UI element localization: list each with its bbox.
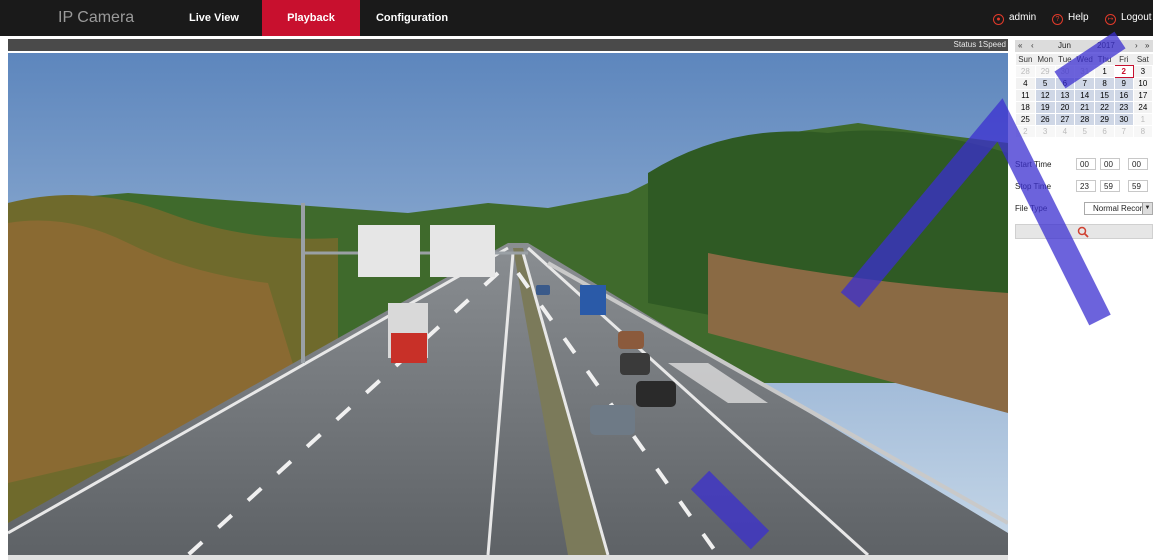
calendar-day[interactable]: 3 — [1034, 125, 1056, 138]
video-footer-strip — [8, 555, 1008, 560]
calendar-day[interactable]: 8 — [1132, 125, 1153, 138]
calendar-day[interactable]: 31 — [1074, 65, 1096, 78]
calendar-day[interactable]: 1 — [1132, 113, 1153, 126]
calendar-day[interactable]: 30 — [1113, 113, 1134, 126]
logout-label: Logout — [1121, 12, 1152, 23]
admin-label: admin — [1009, 12, 1037, 23]
calendar-day[interactable]: 6 — [1094, 125, 1115, 138]
calendar-day[interactable]: 18 — [1015, 101, 1036, 114]
tab-live-view[interactable]: Live View — [168, 0, 260, 36]
calendar-day[interactable]: 8 — [1094, 77, 1115, 90]
next-year-icon[interactable]: » — [1145, 40, 1149, 52]
highway-scene-image — [8, 53, 1008, 555]
weekday-tue: Tue — [1055, 54, 1075, 66]
calendar-day[interactable]: 5 — [1074, 125, 1096, 138]
calendar-day[interactable]: 27 — [1054, 113, 1076, 126]
calendar-day[interactable]: 7 — [1113, 125, 1134, 138]
weekday-fri: Fri — [1114, 54, 1134, 66]
help-label: Help — [1068, 12, 1089, 23]
stop-second-field[interactable]: 59 — [1128, 180, 1148, 192]
brand-logo: IP Camera — [58, 9, 135, 26]
calendar-day[interactable]: 6 — [1054, 77, 1076, 90]
calendar-day[interactable]: 29 — [1034, 65, 1056, 78]
calendar-day[interactable]: 21 — [1074, 101, 1096, 114]
calendar-day[interactable]: 13 — [1054, 89, 1076, 102]
calendar-day[interactable]: 14 — [1074, 89, 1096, 102]
file-type-label: File Type — [1015, 204, 1048, 213]
calendar-day[interactable]: 7 — [1074, 77, 1096, 90]
admin-user-link[interactable]: ● admin — [993, 0, 1036, 36]
logout-icon: ↦ — [1105, 14, 1116, 25]
calendar-day[interactable]: 17 — [1132, 89, 1153, 102]
file-type-value: Normal Record — [1093, 204, 1147, 213]
start-minute-field[interactable]: 00 — [1100, 158, 1120, 170]
prev-month-icon[interactable]: ‹ — [1031, 40, 1034, 52]
calendar-day[interactable]: 5 — [1034, 77, 1056, 90]
chevron-down-icon: ▼ — [1142, 203, 1152, 214]
weekday-sun: Sun — [1015, 54, 1036, 66]
user-icon: ● — [993, 14, 1004, 25]
search-button[interactable] — [1015, 224, 1153, 239]
file-type-select[interactable]: Normal Record ▼ — [1084, 202, 1153, 215]
calendar-day[interactable]: 2 — [1015, 125, 1036, 138]
calendar-grid: Sun Mon Tue Wed Thu Fri Sat 28 29 30 31 1 2 3 4… — [1015, 54, 1153, 138]
calendar-day[interactable]: 28 — [1074, 113, 1096, 126]
calendar-header: « ‹ Jun 2017 › » — [1015, 40, 1153, 52]
calendar-day[interactable]: 28 — [1015, 65, 1036, 78]
weekday-mon: Mon — [1035, 54, 1056, 66]
playback-video-frame[interactable] — [8, 53, 1008, 555]
calendar-day[interactable]: 4 — [1015, 77, 1036, 90]
help-icon: ? — [1052, 14, 1063, 25]
help-link[interactable]: ? Help — [1052, 0, 1089, 36]
stop-hour-field[interactable]: 23 — [1076, 180, 1096, 192]
logout-link[interactable]: ↦ Logout — [1105, 0, 1152, 36]
search-icon — [1077, 226, 1089, 238]
status-text: Status 1Speed — [953, 40, 1006, 49]
calendar-day[interactable]: 3 — [1132, 65, 1153, 78]
calendar-month: Jun — [1058, 41, 1071, 50]
weekday-sat: Sat — [1133, 54, 1153, 66]
calendar-day[interactable]: 11 — [1015, 89, 1036, 102]
calendar-day[interactable]: 26 — [1034, 113, 1056, 126]
calendar-day[interactable]: 12 — [1034, 89, 1056, 102]
tab-configuration[interactable]: Configuration — [362, 0, 462, 36]
stop-minute-field[interactable]: 59 — [1100, 180, 1120, 192]
calendar-day[interactable]: 16 — [1113, 89, 1134, 102]
calendar-day[interactable]: 22 — [1094, 101, 1115, 114]
calendar-day[interactable]: 25 — [1015, 113, 1036, 126]
start-hour-field[interactable]: 00 — [1076, 158, 1096, 170]
calendar-day[interactable]: 10 — [1132, 77, 1153, 90]
prev-year-icon[interactable]: « — [1018, 40, 1022, 52]
calendar-day[interactable]: 23 — [1113, 101, 1134, 114]
calendar-day[interactable]: 29 — [1094, 113, 1115, 126]
top-navbar: IP Camera Live View Playback Configurati… — [0, 0, 1153, 36]
playback-status-bar: Status 1Speed — [8, 39, 1008, 51]
start-second-field[interactable]: 00 — [1128, 158, 1148, 170]
stop-time-label: Stop Time — [1015, 182, 1052, 191]
calendar-day[interactable]: 30 — [1054, 65, 1076, 78]
calendar-day[interactable]: 15 — [1094, 89, 1115, 102]
calendar-day[interactable]: 2 — [1113, 65, 1134, 78]
calendar-day[interactable]: 4 — [1054, 125, 1076, 138]
tab-playback[interactable]: Playback — [262, 0, 360, 36]
weekday-wed: Wed — [1074, 54, 1095, 66]
weekday-thu: Thu — [1094, 54, 1115, 66]
start-time-label: Start Time — [1015, 160, 1052, 169]
calendar-day[interactable]: 9 — [1113, 77, 1134, 90]
calendar-day[interactable]: 1 — [1094, 65, 1115, 78]
calendar-day[interactable]: 19 — [1034, 101, 1056, 114]
next-month-icon[interactable]: › — [1135, 40, 1138, 52]
search-panel: « ‹ Jun 2017 › » Sun Mon Tue Wed Thu Fri… — [1012, 36, 1153, 276]
calendar-year: 2017 — [1097, 41, 1115, 50]
calendar-day[interactable]: 20 — [1054, 101, 1076, 114]
calendar-day[interactable]: 24 — [1132, 101, 1153, 114]
